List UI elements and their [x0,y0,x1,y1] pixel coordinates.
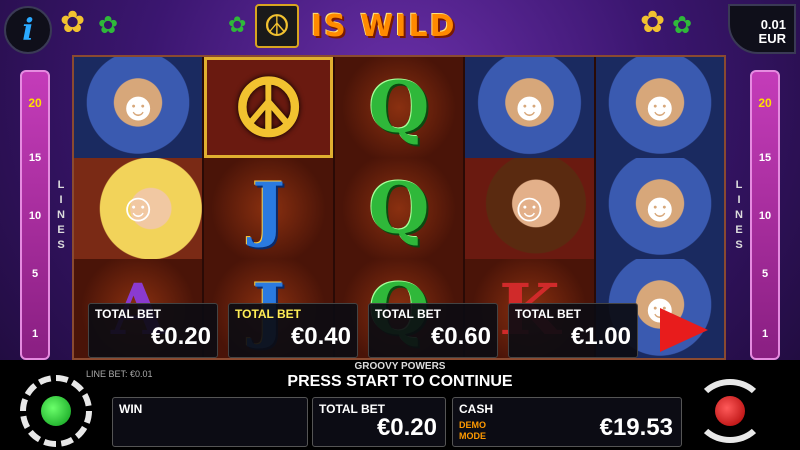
bet-option-value: €0.60 [430,323,491,350]
cash-value: €19.53 [599,414,673,441]
man-face-icon: ☻ [638,85,681,129]
demo-mode-badge: DEMO MODE [459,420,486,442]
bet-option-value: €0.40 [290,323,351,350]
peace-symbol-icon: ☮ [255,4,299,48]
info-button[interactable]: i [4,6,52,54]
lines-indicator-left: 20 15 10 5 1 [20,70,50,360]
line-number[interactable]: 20 [22,96,48,110]
line-number[interactable]: 15 [22,152,48,164]
bet-option-label: TOTAL BET [95,307,161,321]
status-message: PRESS START TO CONTINUE [287,373,513,390]
bet-option-label: TOTAL BET [235,307,301,321]
flower-icon: ✿ [640,6,666,39]
gear-icon [41,396,71,426]
lines-label: LINES [735,179,743,251]
currency-label: EUR [758,31,786,46]
line-number[interactable]: 10 [22,210,48,222]
symbol-man-face: ☻ [74,57,203,158]
bet-option-label: TOTAL BET [375,307,441,321]
denomination-button[interactable]: 0.01 EUR [728,4,796,54]
game-title: IS WILD [311,8,457,44]
woman-face-icon: ☺ [117,186,159,230]
settings-gear-button[interactable] [20,375,92,447]
symbol-letter-j: J [204,158,333,259]
line-number[interactable]: 20 [752,96,778,110]
symbol-man-face: ☻ [595,57,725,158]
line-number[interactable]: 1 [752,328,778,340]
man-face-icon: ☻ [638,186,681,230]
flower-icon: ✿ [60,6,86,39]
bet-option[interactable]: TOTAL BET €0.60 [368,303,498,358]
bet-option-label: TOTAL BET [515,307,581,321]
symbol-peace-wild: ☮ [204,57,333,158]
man-face-icon: ☻ [508,85,551,129]
symbol-blonde-woman: ☺ [74,158,203,259]
symbol-letter-q: Q [334,57,464,158]
geek-face-icon: ☺ [509,186,550,230]
peace-symbol-icon: ☮ [232,60,305,155]
play-arrow-button[interactable] [660,308,708,352]
line-number[interactable]: 5 [22,268,48,280]
info-icon: i [22,12,34,48]
bet-option-value: €1.00 [570,323,631,350]
symbol-man-face: ☻ [595,158,725,259]
man-face-icon: ☻ [117,85,160,129]
mode-label: MODE [459,431,486,441]
bet-option[interactable]: TOTAL BET €1.00 [508,303,638,358]
header: i ✿ ✿ ✿ ☮ IS WILD ✿ ✿ 0.01 EUR [0,0,800,55]
denomination-value: 0.01 [760,17,786,32]
line-number[interactable]: 1 [22,328,48,340]
bet-option[interactable]: TOTAL BET €0.20 [88,303,218,358]
spin-arrows-icon [694,379,766,443]
lines-indicator-right: 20 15 10 5 1 [750,70,780,360]
symbol-man-face: ☻ [465,57,594,158]
line-number[interactable]: 10 [752,210,778,222]
lines-label: LINES [57,179,65,251]
bet-selector: TOTAL BET €0.20 TOTAL BET €0.40 TOTAL BE… [88,303,728,358]
line-number[interactable]: 5 [752,268,778,280]
bet-option-value: €0.20 [150,323,211,350]
flower-icon: ✿ [228,12,247,37]
cash-panel: CASH DEMO MODE €19.53 [452,397,682,447]
win-panel: WIN [112,397,308,447]
line-number[interactable]: 15 [752,152,778,164]
bet-option-selected[interactable]: TOTAL BET €0.40 [228,303,358,358]
total-bet-panel: TOTAL BET €0.20 [312,397,446,447]
symbol-geek-man: ☺ [465,158,594,259]
symbol-letter-q: Q [334,158,464,259]
demo-label: DEMO [459,420,486,430]
win-label: WIN [119,402,143,416]
spin-button[interactable] [690,375,770,447]
flower-icon: ✿ [672,12,693,39]
game-logo: ☮ IS WILD [255,4,545,48]
total-bet-value: €0.20 [376,414,437,441]
flower-icon: ✿ [98,12,119,39]
